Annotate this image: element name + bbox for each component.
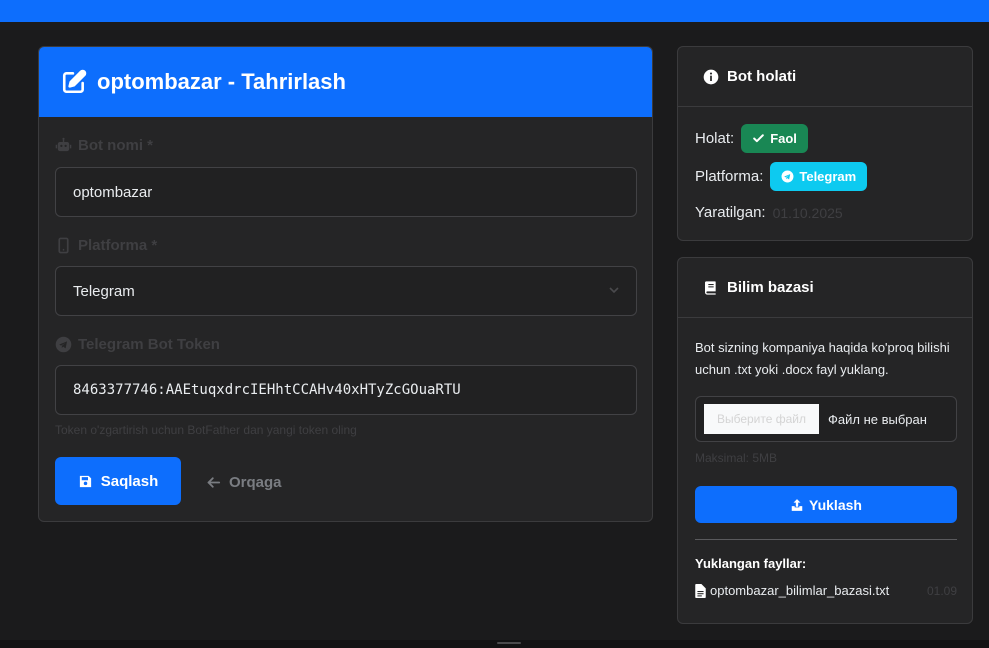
- edit-bot-card: optombazar - Tahrirlash Bot nomi * optom…: [38, 46, 653, 522]
- status-row-created: Yaratilgan: 01.10.2025: [695, 204, 843, 221]
- upload-button[interactable]: Yuklash: [695, 486, 957, 523]
- back-button[interactable]: Orqaga: [205, 467, 282, 497]
- bot-token-input[interactable]: 8463377746:AAEtuqxdrcIEHhtCCAHv40xHTyZcG…: [55, 365, 637, 415]
- arrow-left-icon: [207, 476, 221, 488]
- book-icon: [705, 280, 716, 295]
- token-help-text: Token o'zgartirish uchun BotFather dan y…: [55, 423, 357, 437]
- page-title: optombazar - Tahrirlash: [97, 69, 346, 94]
- divider: [695, 539, 957, 540]
- upload-icon: [791, 498, 803, 511]
- platform-select-value: Telegram: [73, 282, 135, 300]
- status-row-platform: Platforma: Telegram: [695, 162, 868, 191]
- created-date: 01.10.2025: [772, 204, 843, 221]
- status-badge: Faol: [741, 124, 808, 153]
- max-size-text: Maksimal: 5MB: [695, 451, 778, 465]
- file-input[interactable]: Выберите файл Файл не выбран: [695, 396, 957, 442]
- platform-badge: Telegram: [770, 162, 868, 191]
- save-button[interactable]: Saqlash: [55, 457, 181, 505]
- token-label: Telegram Bot Token: [55, 336, 220, 353]
- platform-select[interactable]: Telegram: [55, 266, 637, 316]
- robot-icon: [55, 137, 72, 152]
- telegram-icon: [781, 170, 794, 183]
- choose-file-button[interactable]: Выберите файл: [704, 404, 819, 434]
- knowledge-base-header: Bilim bazasi: [678, 258, 972, 318]
- knowledge-base-card: Bilim bazasi Bot sizning kompaniya haqid…: [677, 257, 973, 624]
- resize-handle[interactable]: [497, 642, 521, 644]
- uploaded-file-name: optombazar_bilimlar_bazasi.txt: [710, 583, 890, 598]
- save-icon: [79, 475, 91, 487]
- telegram-icon: [55, 336, 72, 353]
- bot-status-card: Bot holati Holat: Faol Platforma: Telegr…: [677, 46, 973, 241]
- mobile-icon: [58, 237, 69, 254]
- status-row-state: Holat: Faol: [695, 124, 808, 153]
- edit-card-header: optombazar - Tahrirlash: [39, 47, 652, 117]
- top-navbar: [0, 0, 989, 22]
- uploaded-file-item[interactable]: optombazar_bilimlar_bazasi.txt 01.09: [695, 583, 957, 598]
- uploaded-file-time: 01.09: [926, 583, 957, 598]
- uploaded-files-title: Yuklangan fayllar:: [695, 556, 807, 571]
- check-icon: [753, 134, 764, 143]
- bot-status-header: Bot holati: [678, 47, 972, 107]
- knowledge-base-description: Bot sizning kompaniya haqida ko'proq bil…: [695, 340, 950, 377]
- info-icon: [703, 69, 719, 84]
- file-none-text: Файл не выбран: [828, 411, 927, 427]
- platform-label: Platforma *: [55, 237, 157, 254]
- bottom-bar: [0, 640, 989, 648]
- bot-name-label: Bot nomi *: [55, 137, 153, 154]
- file-text-icon: [695, 583, 706, 598]
- bot-name-input[interactable]: optombazar: [55, 167, 637, 217]
- edit-icon: [62, 69, 87, 94]
- chevron-down-icon: [609, 287, 619, 294]
